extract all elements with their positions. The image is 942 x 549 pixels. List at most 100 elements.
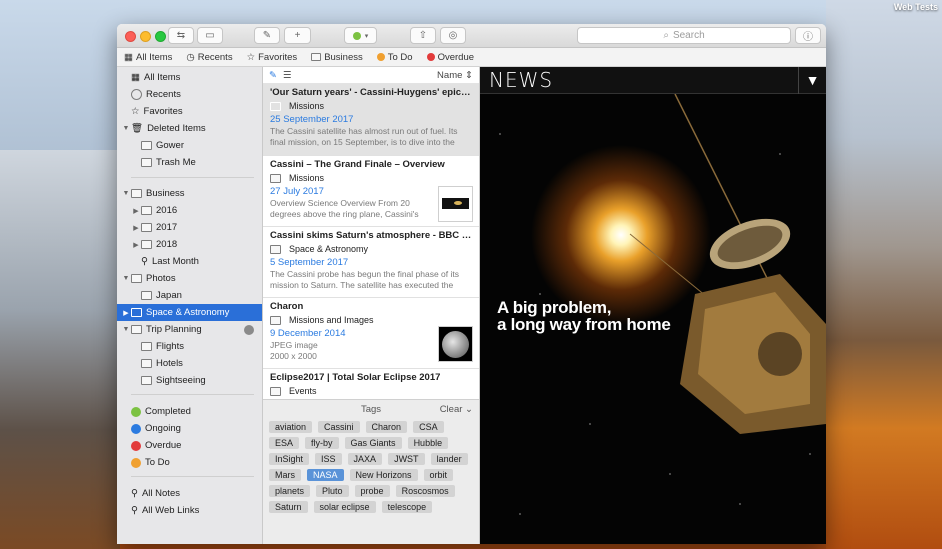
sidebar-item-trash-me[interactable]: Trash Me bbox=[117, 154, 262, 171]
sidebar-item-business[interactable]: ▼ Business bbox=[117, 185, 262, 202]
list-item[interactable]: Cassini skims Saturn's atmosphere - BBC … bbox=[263, 227, 479, 298]
folder-icon bbox=[141, 291, 152, 300]
tag-chip[interactable]: aviation bbox=[269, 421, 313, 433]
trash-icon: 🗑 bbox=[131, 123, 144, 134]
tag-chip[interactable]: Cassini bbox=[318, 421, 360, 433]
sidebar-item-photos[interactable]: ▼ Photos bbox=[117, 270, 262, 287]
fav-to-do[interactable]: To Do bbox=[376, 52, 413, 63]
info-button[interactable]: ⓘ bbox=[795, 27, 821, 44]
tag-chip[interactable]: planets bbox=[269, 485, 311, 497]
disclosure-closed-icon[interactable]: ▶ bbox=[131, 224, 141, 232]
tag-chip[interactable]: CSA bbox=[413, 421, 444, 433]
tag-chip[interactable]: probe bbox=[354, 485, 390, 497]
disclosure-closed-icon[interactable]: ▶ bbox=[121, 309, 131, 317]
tag-chip[interactable]: Gas Giants bbox=[344, 437, 402, 449]
sidebar-item-2017[interactable]: ▶ 2017 bbox=[117, 219, 262, 236]
list-item[interactable]: Charon Missions and Images 9 December 20… bbox=[263, 298, 479, 369]
tag-chip[interactable]: telescope bbox=[381, 501, 433, 513]
sidebar-item-all-items[interactable]: ▦ All Items bbox=[117, 69, 262, 86]
compose-button[interactable]: ✎ bbox=[254, 27, 280, 44]
sidebar-status-overdue[interactable]: Overdue bbox=[117, 437, 262, 454]
tag-chip[interactable]: Pluto bbox=[316, 485, 349, 497]
sidebar-status-to-do[interactable]: To Do bbox=[117, 454, 262, 471]
tag-chip[interactable]: JWST bbox=[388, 453, 425, 465]
list-item[interactable]: 'Our Saturn years' - Cassini-Huygens' ep… bbox=[263, 84, 479, 156]
sidebar-item-sightseeing[interactable]: Sightseeing bbox=[117, 372, 262, 389]
tag-chip[interactable]: Roscosmos bbox=[395, 485, 455, 497]
edit-icon[interactable]: ✎ bbox=[269, 70, 277, 81]
disclosure-open-icon[interactable]: ▼ bbox=[121, 125, 131, 132]
desktop-folder-label[interactable]: Web Tests bbox=[894, 2, 938, 12]
tag-chip[interactable]: ESA bbox=[269, 437, 300, 449]
list-item[interactable]: Cassini – The Grand Finale – Overview Mi… bbox=[263, 156, 479, 227]
tag-chip[interactable]: New Horizons bbox=[349, 469, 418, 481]
sidebar-divider bbox=[131, 476, 254, 477]
tag-chip[interactable]: Hubble bbox=[407, 437, 449, 449]
minimize-window-button[interactable] bbox=[140, 31, 151, 42]
list-item[interactable]: Eclipse2017 | Total Solar Eclipse 2017 E… bbox=[263, 369, 479, 399]
overdue-dot-icon bbox=[131, 440, 141, 451]
folder-icon bbox=[141, 240, 152, 249]
star-icon: ☆ bbox=[131, 106, 140, 117]
fav-favorites[interactable]: ☆ Favorites bbox=[247, 52, 298, 63]
completed-dot-icon bbox=[131, 406, 141, 417]
tag-chip[interactable]: Saturn bbox=[269, 501, 308, 513]
sidebar-item-japan[interactable]: Japan bbox=[117, 287, 262, 304]
tag-chip[interactable]: solar eclipse bbox=[313, 501, 376, 513]
toggle-sidebar-button[interactable]: ▭ bbox=[197, 27, 223, 44]
clock-icon bbox=[131, 89, 142, 100]
list-view-icon[interactable]: ☰ bbox=[283, 70, 292, 81]
disclosure-closed-icon[interactable]: ▶ bbox=[131, 241, 141, 249]
fav-all-items[interactable]: ▦ All Items bbox=[124, 52, 172, 63]
disclosure-closed-icon[interactable]: ▶ bbox=[131, 207, 141, 215]
sidebar-item-trip-planning[interactable]: ▼ Trip Planning bbox=[117, 321, 262, 338]
tag-chip[interactable]: fly-by bbox=[305, 437, 339, 449]
sidebar-item-hotels[interactable]: Hotels bbox=[117, 355, 262, 372]
fav-overdue[interactable]: Overdue bbox=[426, 52, 474, 63]
sidebar-item-2016[interactable]: ▶ 2016 bbox=[117, 202, 262, 219]
sidebar-item-all-notes[interactable]: ⚲ All Notes bbox=[117, 485, 262, 502]
fav-business[interactable]: Business bbox=[311, 52, 363, 63]
sidebar-item-last-month[interactable]: ⚲ Last Month bbox=[117, 253, 262, 270]
split-view-button[interactable]: ⇆ bbox=[168, 27, 194, 44]
chevron-down-icon[interactable]: ▼ bbox=[798, 67, 826, 94]
sidebar-item-recents[interactable]: Recents bbox=[117, 86, 262, 103]
sidebar-item-gower[interactable]: Gower bbox=[117, 137, 262, 154]
sidebar-status-completed[interactable]: Completed bbox=[117, 403, 262, 420]
sort-menu[interactable]: Name ⇕ bbox=[437, 70, 473, 81]
disclosure-open-icon[interactable]: ▼ bbox=[121, 275, 131, 282]
sidebar-item-deleted-items[interactable]: ▼ 🗑 Deleted Items bbox=[117, 120, 262, 137]
disclosure-open-icon[interactable]: ▼ bbox=[121, 190, 131, 197]
tag-chip[interactable]: orbit bbox=[423, 469, 454, 481]
tag-chip[interactable]: Charon bbox=[365, 421, 408, 433]
image-thumbnail bbox=[438, 326, 473, 362]
sidebar-item-all-web-links[interactable]: ⚲ All Web Links bbox=[117, 502, 262, 519]
tags-title: Tags bbox=[360, 404, 382, 415]
tag-chip[interactable]: NASA bbox=[307, 469, 344, 481]
zoom-window-button[interactable] bbox=[155, 31, 166, 42]
overdue-dot-icon bbox=[426, 53, 435, 61]
tag-chip[interactable]: JAXA bbox=[347, 453, 383, 465]
fav-recents[interactable]: ◷ Recents bbox=[186, 52, 232, 63]
sidebar-item-2018[interactable]: ▶ 2018 bbox=[117, 236, 262, 253]
add-item-button[interactable]: + bbox=[284, 27, 311, 44]
sidebar-status-ongoing[interactable]: Ongoing bbox=[117, 420, 262, 437]
chevron-down-icon: ▾ bbox=[364, 32, 369, 40]
tag-button[interactable]: ◎ bbox=[440, 27, 466, 44]
disclosure-open-icon[interactable]: ▼ bbox=[121, 326, 131, 333]
tag-chip[interactable]: lander bbox=[430, 453, 468, 465]
news-logo[interactable]: NEWS bbox=[489, 68, 553, 92]
close-window-button[interactable] bbox=[125, 31, 136, 42]
search-field[interactable]: ⌕ Search bbox=[577, 27, 791, 44]
smart-search-icon: ⚲ bbox=[141, 256, 148, 267]
sidebar-item-favorites[interactable]: ☆ Favorites bbox=[117, 103, 262, 120]
share-button[interactable]: ⇧ bbox=[410, 27, 436, 44]
status-menu-button[interactable]: ▾ bbox=[344, 27, 377, 44]
tag-chip[interactable]: Mars bbox=[269, 469, 301, 481]
tag-chip[interactable]: ISS bbox=[315, 453, 342, 465]
tag-chip[interactable]: InSight bbox=[269, 453, 310, 465]
sidebar-item-flights[interactable]: Flights bbox=[117, 338, 262, 355]
ongoing-dot-icon bbox=[131, 423, 141, 434]
clear-tags-button[interactable]: Clear ⌄ bbox=[440, 404, 473, 415]
sidebar-item-space-astronomy[interactable]: ▶ Space & Astronomy bbox=[117, 304, 262, 321]
